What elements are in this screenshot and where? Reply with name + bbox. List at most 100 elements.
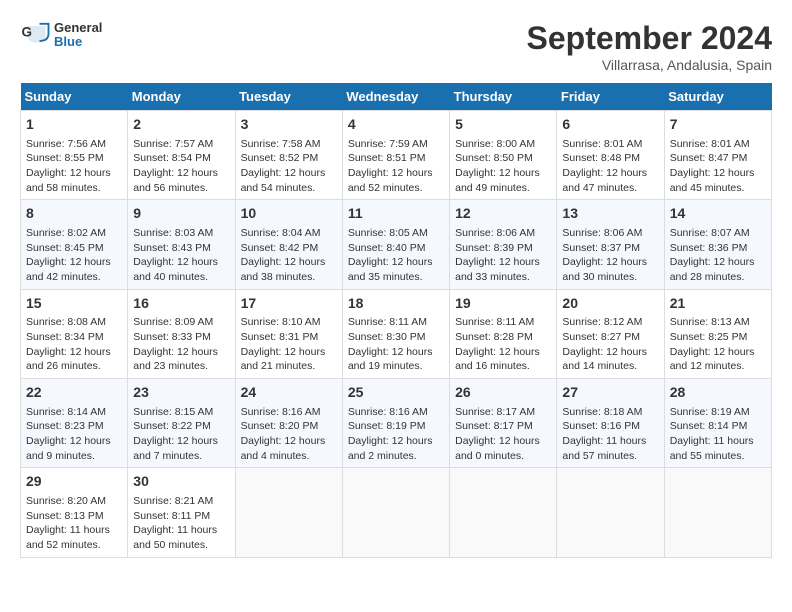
day-number: 10	[241, 204, 337, 224]
calendar-cell: 4Sunrise: 7:59 AM Sunset: 8:51 PM Daylig…	[342, 111, 449, 200]
calendar-cell	[235, 468, 342, 557]
calendar-cell: 11Sunrise: 8:05 AM Sunset: 8:40 PM Dayli…	[342, 200, 449, 289]
col-header-friday: Friday	[557, 83, 664, 111]
day-info: Sunrise: 8:04 AM Sunset: 8:42 PM Dayligh…	[241, 226, 337, 285]
day-number: 8	[26, 204, 122, 224]
calendar-cell: 29Sunrise: 8:20 AM Sunset: 8:13 PM Dayli…	[21, 468, 128, 557]
day-number: 28	[670, 383, 766, 403]
day-number: 18	[348, 294, 444, 314]
calendar-cell: 17Sunrise: 8:10 AM Sunset: 8:31 PM Dayli…	[235, 289, 342, 378]
column-headers: SundayMondayTuesdayWednesdayThursdayFrid…	[21, 83, 772, 111]
col-header-wednesday: Wednesday	[342, 83, 449, 111]
calendar-cell: 26Sunrise: 8:17 AM Sunset: 8:17 PM Dayli…	[450, 379, 557, 468]
calendar-cell: 15Sunrise: 8:08 AM Sunset: 8:34 PM Dayli…	[21, 289, 128, 378]
day-number: 17	[241, 294, 337, 314]
calendar-cell: 21Sunrise: 8:13 AM Sunset: 8:25 PM Dayli…	[664, 289, 771, 378]
col-header-monday: Monday	[128, 83, 235, 111]
day-number: 3	[241, 115, 337, 135]
calendar-cell: 7Sunrise: 8:01 AM Sunset: 8:47 PM Daylig…	[664, 111, 771, 200]
day-info: Sunrise: 8:00 AM Sunset: 8:50 PM Dayligh…	[455, 137, 551, 196]
col-header-tuesday: Tuesday	[235, 83, 342, 111]
calendar-cell: 30Sunrise: 8:21 AM Sunset: 8:11 PM Dayli…	[128, 468, 235, 557]
logo: G General Blue	[20, 20, 102, 50]
day-info: Sunrise: 8:16 AM Sunset: 8:19 PM Dayligh…	[348, 405, 444, 464]
day-number: 9	[133, 204, 229, 224]
title-block: September 2024 Villarrasa, Andalusia, Sp…	[527, 20, 772, 73]
day-info: Sunrise: 8:05 AM Sunset: 8:40 PM Dayligh…	[348, 226, 444, 285]
calendar-cell: 23Sunrise: 8:15 AM Sunset: 8:22 PM Dayli…	[128, 379, 235, 468]
day-number: 29	[26, 472, 122, 492]
calendar-cell: 12Sunrise: 8:06 AM Sunset: 8:39 PM Dayli…	[450, 200, 557, 289]
calendar-cell	[450, 468, 557, 557]
day-number: 11	[348, 204, 444, 224]
day-info: Sunrise: 8:06 AM Sunset: 8:37 PM Dayligh…	[562, 226, 658, 285]
day-info: Sunrise: 7:56 AM Sunset: 8:55 PM Dayligh…	[26, 137, 122, 196]
day-info: Sunrise: 7:57 AM Sunset: 8:54 PM Dayligh…	[133, 137, 229, 196]
calendar-cell: 27Sunrise: 8:18 AM Sunset: 8:16 PM Dayli…	[557, 379, 664, 468]
day-number: 12	[455, 204, 551, 224]
calendar-cell: 28Sunrise: 8:19 AM Sunset: 8:14 PM Dayli…	[664, 379, 771, 468]
calendar-cell: 20Sunrise: 8:12 AM Sunset: 8:27 PM Dayli…	[557, 289, 664, 378]
page-header: G General Blue September 2024 Villarrasa…	[20, 20, 772, 73]
calendar-cell: 14Sunrise: 8:07 AM Sunset: 8:36 PM Dayli…	[664, 200, 771, 289]
day-info: Sunrise: 8:09 AM Sunset: 8:33 PM Dayligh…	[133, 315, 229, 374]
day-info: Sunrise: 8:12 AM Sunset: 8:27 PM Dayligh…	[562, 315, 658, 374]
day-info: Sunrise: 8:06 AM Sunset: 8:39 PM Dayligh…	[455, 226, 551, 285]
calendar-cell: 18Sunrise: 8:11 AM Sunset: 8:30 PM Dayli…	[342, 289, 449, 378]
day-number: 5	[455, 115, 551, 135]
day-info: Sunrise: 8:08 AM Sunset: 8:34 PM Dayligh…	[26, 315, 122, 374]
day-number: 22	[26, 383, 122, 403]
day-info: Sunrise: 8:11 AM Sunset: 8:30 PM Dayligh…	[348, 315, 444, 374]
calendar-cell: 19Sunrise: 8:11 AM Sunset: 8:28 PM Dayli…	[450, 289, 557, 378]
day-number: 25	[348, 383, 444, 403]
calendar-cell: 8Sunrise: 8:02 AM Sunset: 8:45 PM Daylig…	[21, 200, 128, 289]
day-info: Sunrise: 7:59 AM Sunset: 8:51 PM Dayligh…	[348, 137, 444, 196]
day-info: Sunrise: 8:13 AM Sunset: 8:25 PM Dayligh…	[670, 315, 766, 374]
location: Villarrasa, Andalusia, Spain	[527, 57, 772, 73]
month-title: September 2024	[527, 20, 772, 57]
day-number: 21	[670, 294, 766, 314]
day-info: Sunrise: 8:01 AM Sunset: 8:47 PM Dayligh…	[670, 137, 766, 196]
week-row-3: 15Sunrise: 8:08 AM Sunset: 8:34 PM Dayli…	[21, 289, 772, 378]
week-row-1: 1Sunrise: 7:56 AM Sunset: 8:55 PM Daylig…	[21, 111, 772, 200]
week-row-4: 22Sunrise: 8:14 AM Sunset: 8:23 PM Dayli…	[21, 379, 772, 468]
day-info: Sunrise: 8:01 AM Sunset: 8:48 PM Dayligh…	[562, 137, 658, 196]
week-row-2: 8Sunrise: 8:02 AM Sunset: 8:45 PM Daylig…	[21, 200, 772, 289]
day-info: Sunrise: 8:11 AM Sunset: 8:28 PM Dayligh…	[455, 315, 551, 374]
day-info: Sunrise: 8:17 AM Sunset: 8:17 PM Dayligh…	[455, 405, 551, 464]
day-info: Sunrise: 8:02 AM Sunset: 8:45 PM Dayligh…	[26, 226, 122, 285]
day-info: Sunrise: 8:16 AM Sunset: 8:20 PM Dayligh…	[241, 405, 337, 464]
calendar-cell: 1Sunrise: 7:56 AM Sunset: 8:55 PM Daylig…	[21, 111, 128, 200]
calendar-cell: 16Sunrise: 8:09 AM Sunset: 8:33 PM Dayli…	[128, 289, 235, 378]
col-header-sunday: Sunday	[21, 83, 128, 111]
calendar-cell	[664, 468, 771, 557]
calendar-cell: 9Sunrise: 8:03 AM Sunset: 8:43 PM Daylig…	[128, 200, 235, 289]
day-info: Sunrise: 8:07 AM Sunset: 8:36 PM Dayligh…	[670, 226, 766, 285]
day-info: Sunrise: 8:20 AM Sunset: 8:13 PM Dayligh…	[26, 494, 122, 553]
day-info: Sunrise: 8:10 AM Sunset: 8:31 PM Dayligh…	[241, 315, 337, 374]
calendar-cell: 2Sunrise: 7:57 AM Sunset: 8:54 PM Daylig…	[128, 111, 235, 200]
day-info: Sunrise: 8:19 AM Sunset: 8:14 PM Dayligh…	[670, 405, 766, 464]
week-row-5: 29Sunrise: 8:20 AM Sunset: 8:13 PM Dayli…	[21, 468, 772, 557]
calendar-cell: 13Sunrise: 8:06 AM Sunset: 8:37 PM Dayli…	[557, 200, 664, 289]
day-number: 1	[26, 115, 122, 135]
day-number: 30	[133, 472, 229, 492]
calendar-cell: 5Sunrise: 8:00 AM Sunset: 8:50 PM Daylig…	[450, 111, 557, 200]
day-number: 4	[348, 115, 444, 135]
day-info: Sunrise: 8:15 AM Sunset: 8:22 PM Dayligh…	[133, 405, 229, 464]
calendar-table: SundayMondayTuesdayWednesdayThursdayFrid…	[20, 83, 772, 558]
day-number: 14	[670, 204, 766, 224]
day-number: 6	[562, 115, 658, 135]
day-info: Sunrise: 7:58 AM Sunset: 8:52 PM Dayligh…	[241, 137, 337, 196]
day-number: 24	[241, 383, 337, 403]
day-number: 16	[133, 294, 229, 314]
col-header-saturday: Saturday	[664, 83, 771, 111]
calendar-cell	[557, 468, 664, 557]
day-info: Sunrise: 8:14 AM Sunset: 8:23 PM Dayligh…	[26, 405, 122, 464]
calendar-cell: 25Sunrise: 8:16 AM Sunset: 8:19 PM Dayli…	[342, 379, 449, 468]
day-info: Sunrise: 8:18 AM Sunset: 8:16 PM Dayligh…	[562, 405, 658, 464]
calendar-cell: 10Sunrise: 8:04 AM Sunset: 8:42 PM Dayli…	[235, 200, 342, 289]
day-info: Sunrise: 8:03 AM Sunset: 8:43 PM Dayligh…	[133, 226, 229, 285]
calendar-cell: 3Sunrise: 7:58 AM Sunset: 8:52 PM Daylig…	[235, 111, 342, 200]
day-number: 20	[562, 294, 658, 314]
